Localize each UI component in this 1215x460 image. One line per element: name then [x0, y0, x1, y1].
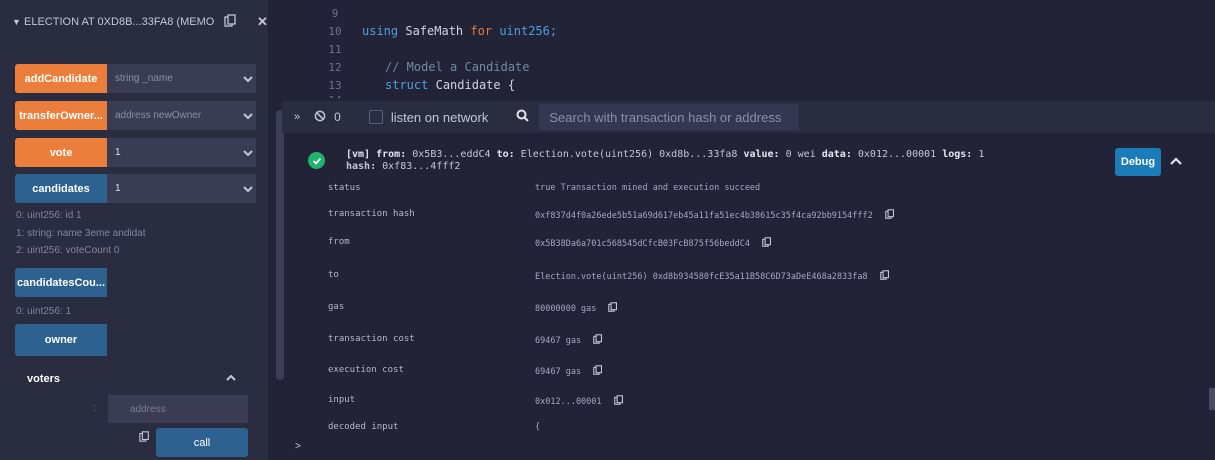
detail-label: status — [328, 183, 361, 193]
detail-value: 0xf837d4f0a26ede5b51a69d617eb45a11fa51ec… — [535, 210, 873, 221]
pending-tx-count: 0 — [334, 110, 341, 124]
function-row-candidates: candidates 1 — [15, 174, 256, 203]
transaction-search-input[interactable]: Search with transaction hash or address — [539, 104, 800, 130]
function-row-candidatescount: candidatesCou... — [15, 268, 107, 297]
terminal-toolbar: » 0 listen on network Search with transa… — [282, 101, 1215, 133]
detail-value: Election.vote(uint256) 0xd8b934580fcE35a… — [535, 271, 868, 282]
detail-value: 0x012...00001 — [535, 396, 602, 407]
detail-label: gas — [328, 302, 345, 312]
detail-value-row: 0x012...00001 — [535, 395, 624, 408]
detail-label: input — [328, 395, 356, 405]
detail-value-row: 80000000 gas — [535, 302, 618, 315]
detail-value: 80000000 gas — [535, 303, 597, 314]
line-number: 12 — [328, 61, 342, 74]
transaction-hash-line: hash: 0xf83...4fff2 — [346, 161, 461, 172]
left-panel-scrollbar[interactable] — [276, 110, 284, 380]
vote-button[interactable]: vote — [15, 138, 107, 167]
chevron-down-icon[interactable] — [239, 174, 256, 203]
chevron-up-icon[interactable] — [1170, 155, 1182, 169]
detail-value-row: 69467 gas — [535, 365, 603, 378]
close-icon[interactable]: ✕ — [257, 14, 268, 30]
detail-label: transaction hash — [328, 209, 415, 219]
detail-value: { — [535, 422, 541, 432]
terminal-output: [vm] from: 0x5B3...eddC4 to: Election.vo… — [290, 133, 1215, 460]
copy-icon[interactable] — [224, 14, 237, 30]
detail-label: decoded input — [328, 422, 399, 432]
search-icon — [516, 109, 530, 125]
contract-title: ELECTION AT 0XD8B...33FA8 (MEMO| — [24, 16, 214, 28]
code-editor[interactable]: 9 10 11 12 13 14 using SafeMath for uint… — [290, 0, 1215, 98]
detail-value: 69467 gas — [535, 366, 582, 377]
copy-icon[interactable] — [879, 270, 890, 283]
copy-icon[interactable] — [762, 237, 772, 250]
terminal-prompt-icon: > — [295, 441, 301, 452]
detail-label: transaction cost — [328, 334, 415, 344]
addcandidate-button[interactable]: addCandidate — [15, 64, 107, 93]
copy-icon[interactable] — [139, 431, 150, 445]
candidates-output-line: 1: string: name 3eme andidat — [16, 228, 146, 239]
deploy-run-panel: ▼ ELECTION AT 0XD8B...33FA8 (MEMO| ✕ add… — [0, 0, 268, 460]
detail-label: to — [328, 270, 339, 280]
chevron-down-icon[interactable] — [239, 64, 256, 93]
chevron-down-icon[interactable] — [239, 101, 256, 130]
detail-value-row: Election.vote(uint256) 0xd8b934580fcE35a… — [535, 270, 890, 283]
line-number: 13 — [328, 79, 342, 92]
copy-icon[interactable] — [593, 334, 603, 347]
line-number: 11 — [328, 43, 342, 56]
vote-input[interactable]: 1 — [107, 138, 239, 167]
detail-value-row: 0xf837d4f0a26ede5b51a69d617eb45a11fa51ec… — [535, 209, 895, 222]
clear-console-icon[interactable] — [314, 110, 326, 125]
candidates-output-line: 2: uint256: voteCount 0 — [16, 245, 120, 256]
addcandidate-input[interactable]: string _name — [107, 64, 239, 93]
listen-network-checkbox[interactable] — [368, 110, 383, 124]
voters-call-button[interactable]: call — [156, 428, 248, 457]
detail-value-row: 69467 gas — [535, 334, 603, 347]
detail-value-row: 0x5B38Da6a701c568545dCfcB03FcB875f56bedd… — [535, 237, 772, 250]
code-line-using: using SafeMath for uint256; — [362, 24, 558, 38]
code-line-struct: struct Candidate { — [385, 78, 516, 92]
chevron-down-icon[interactable] — [239, 138, 256, 167]
candidatescount-output: 0: uint256: 1 — [16, 306, 72, 317]
detail-label: from — [328, 237, 350, 247]
owner-button[interactable]: owner — [15, 324, 107, 356]
copy-icon[interactable] — [593, 365, 603, 378]
candidates-input[interactable]: 1 — [107, 174, 239, 203]
collapse-terminal-icon[interactable]: » — [294, 111, 300, 123]
candidates-output-line: 0: uint256: id 1 — [16, 210, 82, 221]
copy-icon[interactable] — [613, 395, 624, 408]
voters-title: voters — [27, 373, 61, 385]
transferownership-input[interactable]: address newOwner — [107, 101, 239, 130]
code-line-comment: // Model a Candidate — [385, 60, 530, 74]
line-number: 10 — [328, 25, 342, 38]
copy-icon[interactable] — [608, 302, 618, 315]
listen-network-label: listen on network — [390, 109, 489, 125]
candidatescount-button[interactable]: candidatesCou... — [15, 268, 107, 297]
detail-value: 69467 gas — [535, 335, 582, 346]
chevron-down-icon[interactable]: ▼ — [12, 17, 24, 27]
transaction-summary-line: [vm] from: 0x5B3...eddC4 to: Election.vo… — [346, 149, 985, 160]
voters-address-input[interactable]: address — [108, 395, 248, 423]
voters-function-header[interactable]: voters — [15, 365, 248, 393]
debug-button[interactable]: Debug — [1115, 148, 1161, 176]
line-number: 14 — [320, 94, 350, 98]
transferownership-button[interactable]: transferOwner... — [15, 101, 107, 130]
detail-label: execution cost — [328, 365, 404, 375]
chevron-up-icon[interactable] — [226, 373, 236, 386]
detail-value: true Transaction mined and execution suc… — [535, 183, 761, 193]
function-row-addcandidate: addCandidate string _name — [15, 64, 256, 93]
function-row-owner: owner — [15, 324, 107, 356]
detail-value-row: { — [535, 422, 540, 432]
function-row-transferowner: transferOwner... address newOwner — [15, 101, 256, 130]
function-row-vote: vote 1 — [15, 138, 256, 167]
candidates-button[interactable]: candidates — [15, 174, 107, 203]
detail-value: 0x5B38Da6a701c568545dCfcB03FcB875f56bedd… — [535, 238, 750, 249]
line-number: 9 — [331, 7, 339, 20]
terminal-scrollbar[interactable] — [1209, 388, 1215, 410]
voters-param-colon: : — [93, 403, 96, 414]
deployed-contract-header[interactable]: ▼ ELECTION AT 0XD8B...33FA8 (MEMO| ✕ — [0, 0, 268, 44]
success-check-icon — [308, 152, 325, 169]
copy-icon[interactable] — [884, 209, 895, 222]
detail-value-row: true Transaction mined and execution suc… — [535, 183, 760, 193]
